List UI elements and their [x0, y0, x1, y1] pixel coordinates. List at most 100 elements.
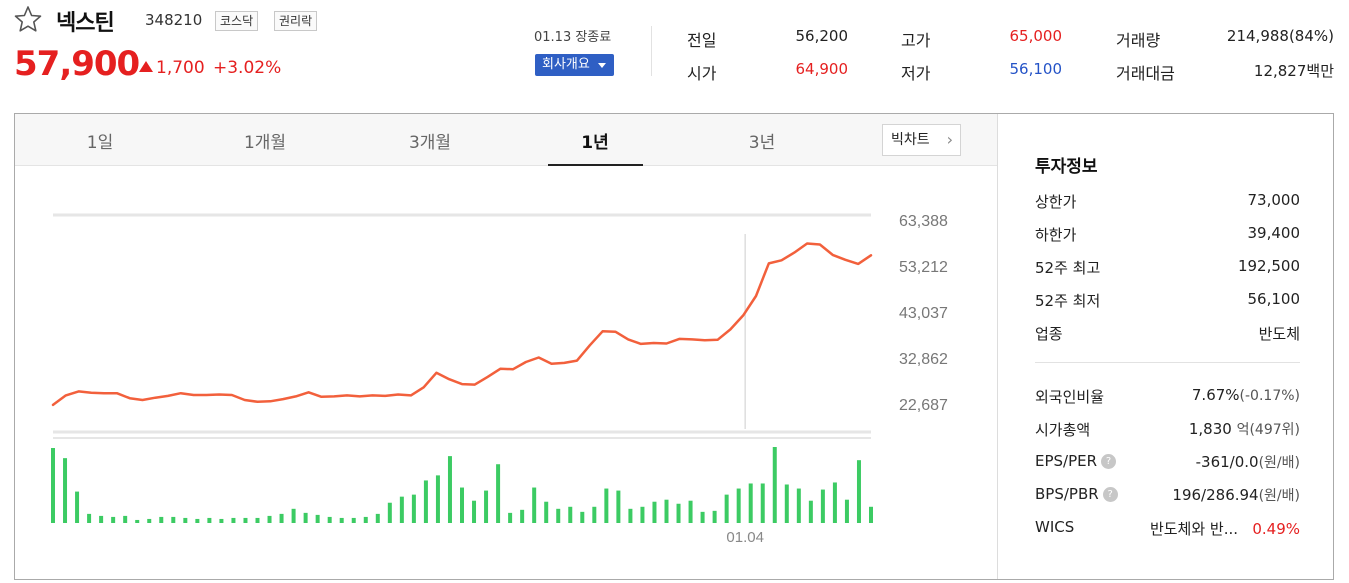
big-chart-button[interactable]: 빅차트 › [882, 124, 961, 156]
high52-label: 52주 최고 [1035, 259, 1101, 277]
sector-label: 업종 [1035, 325, 1063, 343]
up-arrow-icon [139, 61, 153, 72]
current-price: 57,900 [14, 44, 140, 84]
low-value: 56,100 [1009, 60, 1063, 78]
volume-bar [99, 515, 104, 523]
lower-limit-row: 하한가 39,400 [1035, 224, 1300, 248]
volume-bar [315, 514, 320, 523]
tab-1-day[interactable]: 1일 [70, 128, 130, 153]
x-tick-label: 01.04 [726, 529, 764, 546]
tab-1-month[interactable]: 1개월 [230, 128, 300, 153]
stock-header: 넥스틴 348210 코스닥 권리락 57,900 1,700 +3.02% 0… [0, 0, 1349, 100]
volume-bar [387, 502, 392, 523]
bps-label: BPS/PBR [1035, 485, 1099, 503]
volume-bar [219, 518, 224, 523]
market-status: 01.13 장종료 [534, 30, 612, 45]
y-tick-label: 63,388 [899, 213, 948, 230]
market-cap-label: 시가총액 [1035, 421, 1091, 439]
price-chart[interactable]: 63,388 53,212 43,037 32,862 22,687 01.04 [15, 166, 985, 578]
volume-label: 거래량 [1116, 31, 1161, 50]
info-title: 투자정보 [1035, 157, 1098, 177]
eps-row: EPS/PER? -361/0.0(원/배) [1035, 452, 1300, 476]
bps-value: 196/286.94(원/배) [1172, 485, 1300, 505]
upper-limit-value: 73,000 [1247, 191, 1301, 209]
eps: -361/0.0 [1195, 453, 1259, 471]
open-value: 64,900 [795, 60, 849, 78]
sector-value[interactable]: 반도체 [1259, 323, 1300, 344]
tab-3-month[interactable]: 3개월 [395, 128, 465, 153]
foreign-ratio-label: 외국인비율 [1035, 388, 1105, 406]
volume-bar [303, 512, 308, 523]
high-value: 65,000 [1009, 27, 1063, 45]
volume-bar [484, 490, 489, 523]
market-cap-unit: 억(497위) [1236, 422, 1300, 438]
volume-bar [760, 483, 765, 523]
volume-bar [255, 517, 260, 523]
volume-bar [231, 517, 236, 523]
volume-bar [447, 456, 452, 523]
prev-close-label: 전일 [687, 31, 717, 50]
wics-sector[interactable]: 반도체와 반... [1150, 520, 1238, 538]
volume-bar [207, 517, 212, 523]
volume-bar [339, 517, 344, 523]
volume-bar [604, 488, 609, 523]
volume-bar [63, 458, 68, 523]
eps-unit: (원/배) [1258, 455, 1300, 471]
volume-bar [628, 508, 633, 523]
volume-bar [532, 487, 537, 523]
volume-bar [327, 516, 332, 523]
volume-bar [243, 517, 248, 523]
volume-bar [676, 503, 681, 523]
upper-limit-label: 상한가 [1035, 193, 1077, 211]
price-change-percent: +3.02% [213, 58, 282, 78]
tab-3-year[interactable]: 3년 [727, 128, 797, 153]
volume-bar [183, 517, 188, 523]
stock-code: 348210 [145, 11, 203, 29]
market-cap: 1,830 [1188, 420, 1232, 438]
stock-name: 넥스틴 [56, 11, 115, 36]
volume-bar [556, 508, 561, 523]
volume-bar [616, 490, 621, 523]
volume-bar [171, 516, 176, 523]
star-icon[interactable] [13, 5, 43, 33]
volume-value: 214,988(84%) [1226, 27, 1334, 45]
low52-row: 52주 최저 56,100 [1035, 290, 1300, 314]
volume-bar [363, 516, 368, 523]
volume-bar [832, 482, 837, 523]
volume-bar [351, 517, 356, 523]
help-icon[interactable]: ? [1101, 454, 1117, 469]
low52-value: 56,100 [1247, 290, 1301, 308]
market-cap-row: 시가총액 1,830 억(497위) [1035, 419, 1300, 443]
chevron-right-icon: › [946, 130, 953, 149]
high52-row: 52주 최고 192,500 [1035, 257, 1300, 281]
volume-bar [544, 501, 549, 523]
caret-down-icon [598, 63, 606, 68]
volume-bar [856, 460, 861, 523]
company-overview-label: 회사개요 [542, 57, 590, 72]
volume-bar [496, 464, 501, 523]
volume-bar [435, 475, 440, 523]
bps-row: BPS/PBR? 196/286.94(원/배) [1035, 485, 1300, 509]
foreign-ratio-change: (-0.17%) [1239, 388, 1300, 404]
price-change: 1,700 [156, 58, 205, 78]
volume-bar [869, 506, 873, 523]
volume-bar [652, 501, 657, 523]
foreign-ratio-row: 외국인비율 7.67%(-0.17%) [1035, 386, 1300, 410]
volume-bar [712, 510, 717, 523]
lower-limit-value: 39,400 [1247, 224, 1301, 242]
volume-bar [724, 494, 729, 523]
bps-unit: (원/배) [1258, 488, 1300, 504]
lower-limit-label: 하한가 [1035, 226, 1077, 244]
trade-amount-value: 12,827백만 [1253, 62, 1334, 80]
high52-value: 192,500 [1237, 257, 1300, 275]
wics-value: 반도체와 반... 0.49% [1150, 518, 1300, 539]
rights-tag: 권리락 [274, 11, 318, 31]
low52-label: 52주 최저 [1035, 292, 1101, 310]
tab-1-year[interactable]: 1년 [560, 128, 630, 153]
help-icon[interactable]: ? [1102, 487, 1118, 502]
volume-bar [736, 488, 741, 523]
company-overview-button[interactable]: 회사개요 [535, 54, 614, 76]
wics-row: WICS 반도체와 반... 0.49% [1035, 518, 1300, 542]
volume-bar [51, 448, 55, 523]
sector-row: 업종 반도체 [1035, 323, 1300, 347]
